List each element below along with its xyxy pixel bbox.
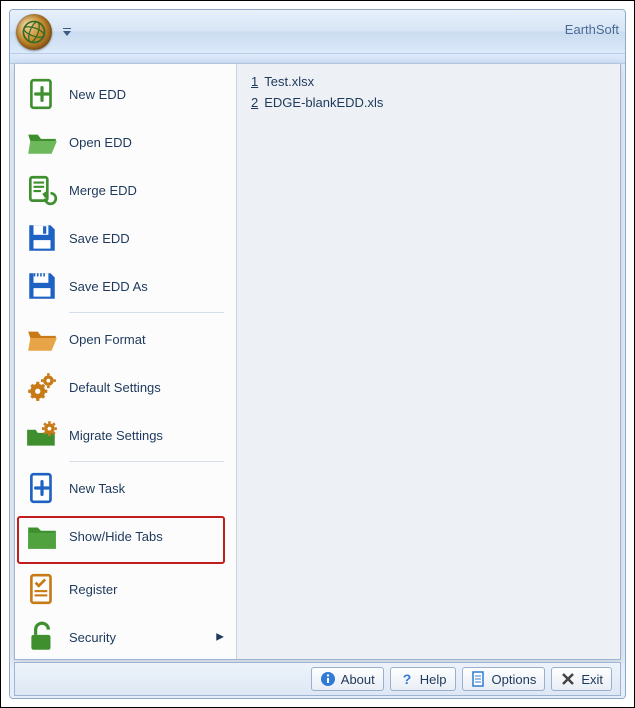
menu-footer: About ? Help Options (14, 662, 621, 696)
menu-label: Show/Hide Tabs (69, 529, 163, 544)
menu-label: New Task (69, 481, 125, 496)
register-icon (25, 572, 59, 606)
application-menu: New EDD Open EDD Merge EDD (14, 64, 621, 660)
menu-item-migrate-settings[interactable]: Migrate Settings (19, 411, 232, 459)
recent-item[interactable]: 2 EDGE-blankEDD.xls (251, 95, 606, 110)
menu-item-save-edd-as[interactable]: Save EDD As (19, 262, 232, 310)
menu-label: New EDD (69, 87, 126, 102)
svg-text:?: ? (402, 671, 411, 687)
menu-label: Save EDD (69, 231, 130, 246)
folder-gear-icon (25, 418, 59, 452)
about-button[interactable]: About (311, 667, 384, 691)
menu-item-open-format[interactable]: Open Format (19, 315, 232, 363)
recent-documents-panel: 1 Test.xlsx 2 EDGE-blankEDD.xls (237, 64, 620, 659)
menu-item-merge-edd[interactable]: Merge EDD (19, 166, 232, 214)
folder-format-icon (25, 322, 59, 356)
recent-accelerator: 2 (251, 95, 258, 110)
app-body: New EDD Open EDD Merge EDD (10, 64, 625, 698)
globe-icon (21, 19, 47, 45)
menu-label: Security (69, 630, 116, 645)
menu-label: Open EDD (69, 135, 132, 150)
new-file-icon (25, 77, 59, 111)
exit-button[interactable]: Exit (551, 667, 612, 691)
menu-separator (69, 461, 224, 462)
recent-filename: Test.xlsx (264, 74, 314, 89)
menu-item-security[interactable]: Security ▶ (19, 613, 232, 661)
menu-item-default-settings[interactable]: Default Settings (19, 363, 232, 411)
button-label: Exit (581, 672, 603, 687)
submenu-arrow-icon: ▶ (216, 632, 224, 643)
ribbon-strip (10, 54, 625, 64)
menu-item-new-task[interactable]: New Task (19, 464, 232, 512)
gears-icon (25, 370, 59, 404)
button-label: Help (420, 672, 447, 687)
menu-label: Save EDD As (69, 279, 148, 294)
recent-accelerator: 1 (251, 74, 258, 89)
save-icon (25, 221, 59, 255)
recent-item[interactable]: 1 Test.xlsx (251, 74, 606, 89)
menu-label: Default Settings (69, 380, 161, 395)
folder-open-icon (25, 125, 59, 159)
menu-left-column: New EDD Open EDD Merge EDD (15, 64, 237, 659)
button-label: Options (492, 672, 537, 687)
menu-item-save-edd[interactable]: Save EDD (19, 214, 232, 262)
menu-item-open-edd[interactable]: Open EDD (19, 118, 232, 166)
menu-item-new-edd[interactable]: New EDD (19, 70, 232, 118)
recent-filename: EDGE-blankEDD.xls (264, 95, 383, 110)
button-label: About (341, 672, 375, 687)
menu-item-show-hide-tabs[interactable]: Show/Hide Tabs (19, 512, 232, 560)
app-menu-button[interactable] (16, 14, 52, 50)
folder-icon (25, 519, 59, 553)
close-icon (560, 671, 576, 687)
chevron-down-icon (63, 31, 71, 36)
app-window: EarthSoft New EDD Open EDD (9, 9, 626, 699)
titlebar: EarthSoft (10, 10, 625, 54)
menu-label: Merge EDD (69, 183, 137, 198)
app-title: EarthSoft (565, 22, 619, 37)
help-icon: ? (399, 671, 415, 687)
options-button[interactable]: Options (462, 667, 546, 691)
menu-label: Register (69, 582, 117, 597)
menu-separator (69, 562, 224, 563)
merge-icon (25, 173, 59, 207)
new-task-icon (25, 471, 59, 505)
options-icon (471, 671, 487, 687)
menu-label: Migrate Settings (69, 428, 163, 443)
menu-separator (69, 312, 224, 313)
menu-item-register[interactable]: Register (19, 565, 232, 613)
padlock-open-icon (25, 620, 59, 654)
qat-dropdown[interactable] (62, 23, 72, 41)
help-button[interactable]: ? Help (390, 667, 456, 691)
save-as-icon (25, 269, 59, 303)
menu-label: Open Format (69, 332, 146, 347)
info-icon (320, 671, 336, 687)
